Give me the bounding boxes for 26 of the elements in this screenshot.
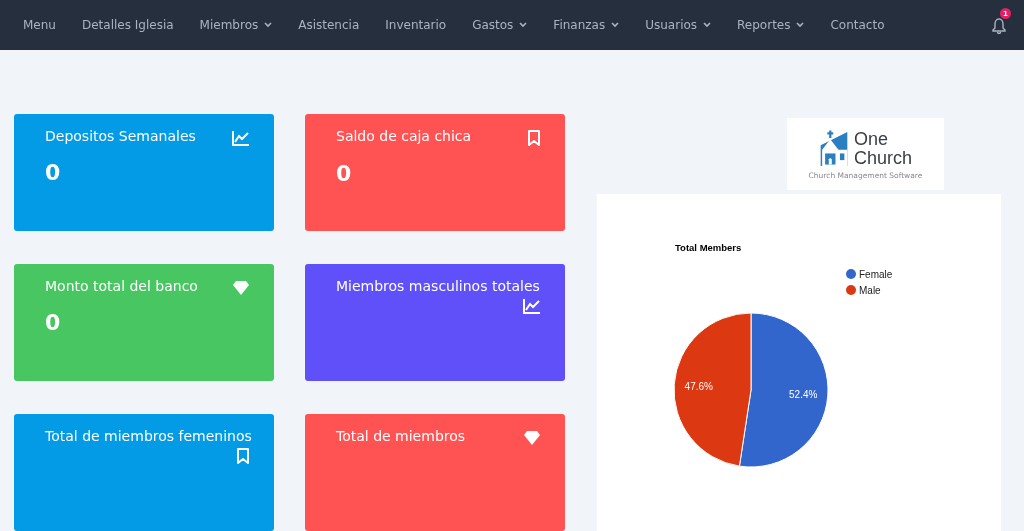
nav-link[interactable]: Miembros — [186, 18, 286, 32]
nav-link[interactable]: Menu — [10, 18, 69, 32]
logo-text: One — [854, 129, 889, 149]
logo-text: Church — [854, 148, 912, 168]
nav-link[interactable]: Finanzas — [540, 18, 633, 32]
chart-title: Total Members — [675, 242, 742, 253]
legend-label: Female — [859, 269, 893, 280]
nav-link[interactable]: Gastos — [459, 18, 541, 32]
nav-link[interactable]: Asistencia — [285, 18, 373, 32]
card-title: Total de miembros femeninos — [45, 427, 252, 444]
card-title: Miembros masculinos totales — [336, 277, 540, 294]
card-title: Monto total del banco — [45, 277, 198, 294]
card-title: Total de miembros — [336, 427, 466, 444]
nav-link[interactable]: Usuarios — [632, 18, 725, 32]
slice-label: 47.6% — [684, 381, 713, 393]
nav-link[interactable]: Contacto — [817, 18, 898, 32]
nav-link[interactable]: Reportes — [724, 18, 818, 32]
card-value: 0 — [336, 161, 352, 186]
slice-label: 52.4% — [789, 388, 818, 400]
card-value: 0 — [45, 310, 61, 335]
legend-label: Male — [859, 285, 881, 296]
card-value: 0 — [45, 160, 61, 185]
nav-link[interactable]: Inventario — [372, 18, 460, 32]
nav-link[interactable]: Detalles Iglesia — [68, 18, 187, 32]
card-title: Saldo de caja chica — [336, 127, 472, 144]
card-title: Depositos Semanales — [45, 127, 196, 144]
